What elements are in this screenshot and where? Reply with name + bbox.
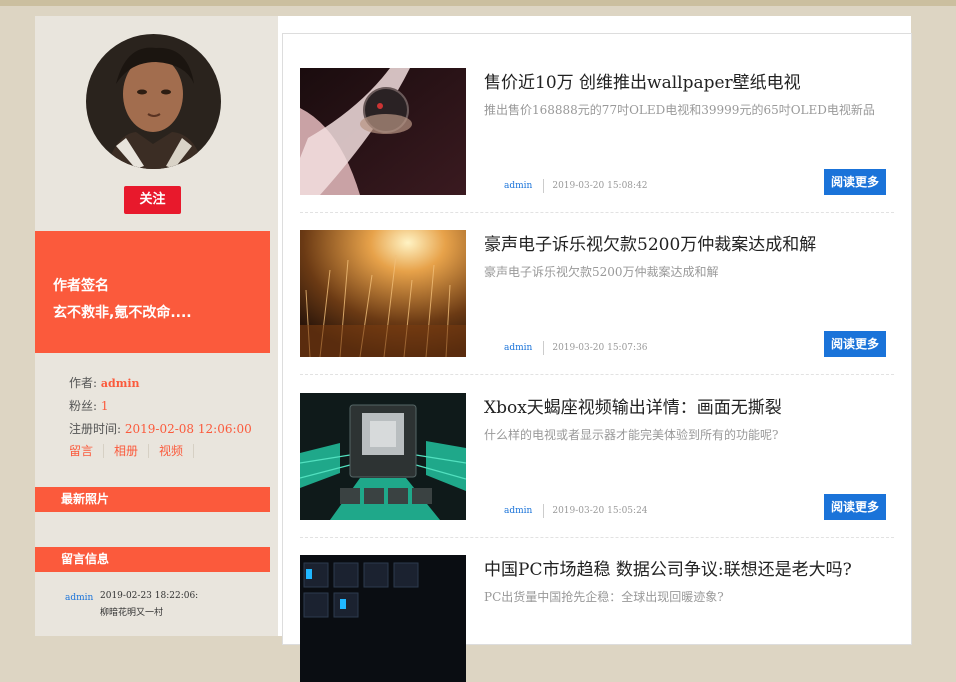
fans-info: 粉丝: 1 [69, 397, 109, 414]
article-title[interactable]: 售价近10万 创维推出wallpaper壁纸电视 [484, 68, 801, 93]
article-summary: 豪声电子诉乐视欠款5200万仲裁案达成和解 [484, 265, 719, 279]
article-author[interactable]: admin [504, 181, 532, 191]
author-links: 留言 相册 视频 [69, 444, 195, 458]
message-text: 柳暗花明又一村 [100, 608, 164, 618]
meta-separator [543, 504, 545, 518]
message-time: 2019-02-23 18:22:06: [100, 591, 199, 601]
author-label: 作者: [69, 376, 98, 390]
meta-separator [543, 341, 545, 355]
article-time: 2019-03-20 15:05:24 [552, 506, 648, 516]
register-label: 注册时间: [69, 422, 122, 436]
signature-title: 作者签名 [53, 278, 109, 294]
article-divider [300, 374, 894, 375]
article-divider [300, 212, 894, 213]
author-avatar[interactable] [86, 34, 221, 169]
messages-title: 留言信息 [61, 552, 110, 566]
messages-header: 留言信息 [35, 547, 270, 572]
article-time: 2019-03-20 15:07:36 [552, 343, 648, 353]
article-thumbnail[interactable] [300, 555, 466, 682]
article-summary: 推出售价168888元的77吋OLED电视和39999元的65吋OLED电视新品 [484, 103, 875, 117]
article-meta: admin 2019-03-20 15:08:42 [504, 179, 648, 193]
article-title[interactable]: 中国PC市场趋稳 数据公司争议:联想还是老大吗? [484, 555, 852, 580]
meta-separator [543, 179, 545, 193]
fans-label: 粉丝: [69, 399, 98, 413]
author-value: admin [100, 377, 140, 390]
read-more-button[interactable]: 阅读更多 [824, 494, 886, 520]
article-summary: 什么样的电视或者显示器才能完美体验到所有的功能呢? [484, 428, 779, 442]
author-info: 作者: admin [69, 374, 140, 391]
link-video[interactable]: 视频 [149, 444, 195, 458]
article-divider [300, 537, 894, 538]
read-more-button[interactable]: 阅读更多 [824, 331, 886, 357]
article-thumbnail[interactable] [300, 230, 466, 357]
latest-photos-title: 最新照片 [61, 492, 110, 506]
message-user[interactable]: admin [65, 593, 93, 603]
article-meta: admin 2019-03-20 15:05:24 [504, 504, 648, 518]
link-album[interactable]: 相册 [104, 444, 150, 458]
article-time: 2019-03-20 15:08:42 [552, 181, 648, 191]
article-list: 售价近10万 创维推出wallpaper壁纸电视 推出售价168888元的77吋… [282, 33, 912, 682]
author-sidebar: 关注 作者签名 玄不救非,氪不改命.... 作者: admin 粉丝: 1 注册… [35, 16, 278, 636]
article-author[interactable]: admin [504, 343, 532, 353]
register-value: 2019-02-08 12:06:00 [124, 422, 252, 436]
article-author[interactable]: admin [504, 506, 532, 516]
top-strip [0, 0, 956, 6]
latest-photos-header: 最新照片 [35, 487, 270, 512]
article-thumbnail[interactable] [300, 393, 466, 520]
article-title[interactable]: 豪声电子诉乐视欠款5200万仲裁案达成和解 [484, 230, 816, 255]
fans-value: 1 [100, 399, 109, 413]
article-thumbnail[interactable] [300, 68, 466, 195]
register-info: 注册时间: 2019-02-08 12:06:00 [69, 420, 252, 437]
signature-box: 作者签名 玄不救非,氪不改命.... [35, 231, 270, 353]
article-title[interactable]: Xbox天蝎座视频输出详情：画面无撕裂 [484, 393, 782, 418]
read-more-button[interactable]: 阅读更多 [824, 169, 886, 195]
follow-button[interactable]: 关注 [124, 186, 181, 214]
link-messages[interactable]: 留言 [69, 444, 105, 458]
article-meta: admin 2019-03-20 15:07:36 [504, 341, 648, 355]
article-summary: PC出货量中国抢先企稳：全球出现回暖迹象? [484, 590, 724, 604]
signature-text: 玄不救非,氪不改命.... [53, 305, 192, 321]
